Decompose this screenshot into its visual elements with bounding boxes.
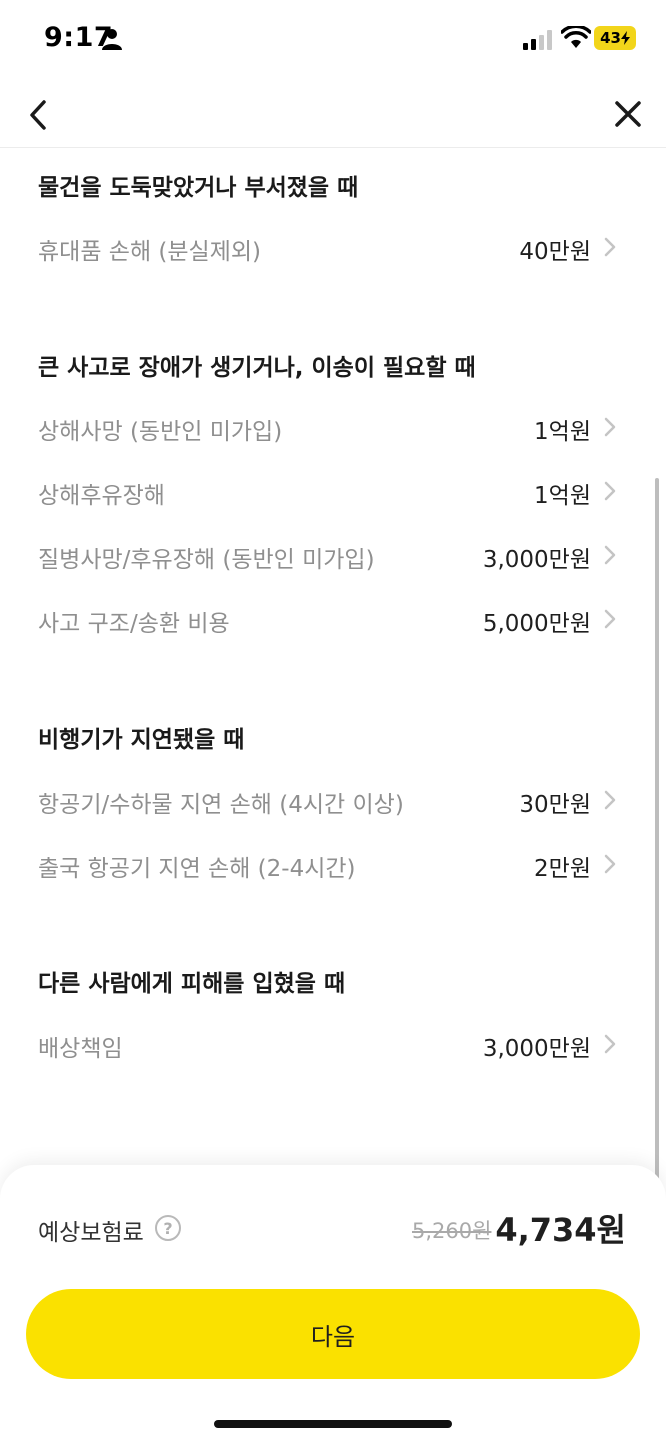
section-title-liability: 다른 사람에게 피해를 입혔을 때 (38, 971, 346, 997)
coverage-amount: 3,000만원 (482, 547, 591, 573)
coverage-row[interactable]: 휴대품 손해 (분실제외) 40만원 (0, 220, 666, 272)
coverage-label: 사고 구조/송환 비용 (38, 611, 230, 637)
charging-icon (620, 31, 630, 45)
coverage-label: 항공기/수하물 지연 손해 (4시간 이상) (38, 792, 404, 818)
coverage-label: 출국 항공기 지연 손해 (2-4시간) (38, 856, 356, 882)
coverage-amount: 40만원 (519, 239, 591, 265)
person-icon (102, 29, 122, 50)
battery-level: 43 (600, 29, 621, 47)
coverage-label: 배상책임 (38, 1036, 123, 1062)
chevron-right-icon (604, 790, 616, 810)
coverage-label: 상해후유장해 (38, 483, 165, 509)
chevron-right-icon (604, 854, 616, 874)
coverage-row[interactable]: 상해후유장해 1억원 (0, 464, 666, 516)
nav-bar (0, 80, 666, 148)
coverage-row[interactable]: 사고 구조/송환 비용 5,000만원 (0, 592, 666, 644)
coverage-amount: 1억원 (534, 419, 591, 445)
help-icon[interactable]: ? (155, 1215, 181, 1241)
wifi-icon (561, 26, 591, 48)
chevron-right-icon (604, 481, 616, 501)
discounted-price: 4,734원 (495, 1211, 626, 1249)
coverage-label: 질병사망/후유장해 (동반인 미가입) (38, 547, 375, 573)
coverage-row[interactable]: 배상책임 3,000만원 (0, 1017, 666, 1069)
coverage-amount: 1억원 (534, 483, 591, 509)
battery-indicator: 43 (594, 26, 636, 50)
close-icon[interactable] (612, 98, 644, 130)
chevron-right-icon (604, 609, 616, 629)
back-icon[interactable] (24, 98, 52, 132)
coverage-amount: 5,000만원 (482, 611, 591, 637)
section-title-disability: 큰 사고로 장애가 생기거나, 이송이 필요할 때 (38, 355, 476, 381)
home-indicator (214, 1420, 452, 1428)
chevron-right-icon (604, 237, 616, 257)
coverage-row[interactable]: 출국 항공기 지연 손해 (2-4시간) 2만원 (0, 837, 666, 889)
chevron-right-icon (604, 1034, 616, 1054)
coverage-list: 물건을 도둑맞았거나 부서졌을 때 휴대품 손해 (분실제외) 40만원 큰 사… (0, 150, 666, 1170)
price-sheet: 예상보험료 ? 5,260원 4,734원 다음 (0, 1165, 666, 1440)
section-title-theft: 물건을 도둑맞았거나 부서졌을 때 (38, 175, 359, 201)
coverage-row[interactable]: 질병사망/후유장해 (동반인 미가입) 3,000만원 (0, 528, 666, 580)
premium-label: 예상보험료 (38, 1220, 144, 1246)
coverage-row[interactable]: 상해사망 (동반인 미가입) 1억원 (0, 400, 666, 452)
chevron-right-icon (604, 417, 616, 437)
coverage-amount: 30만원 (519, 792, 591, 818)
coverage-label: 상해사망 (동반인 미가입) (38, 419, 283, 445)
coverage-row[interactable]: 항공기/수하물 지연 손해 (4시간 이상) 30만원 (0, 773, 666, 825)
section-title-flight-delay: 비행기가 지연됐을 때 (38, 727, 245, 753)
coverage-amount: 2만원 (534, 856, 591, 882)
status-bar: 9:17 43 (0, 0, 666, 80)
chevron-right-icon (604, 545, 616, 565)
coverage-amount: 3,000만원 (482, 1036, 591, 1062)
next-button[interactable]: 다음 (26, 1289, 640, 1379)
coverage-label: 휴대품 손해 (분실제외) (38, 239, 262, 265)
original-price: 5,260원 (412, 1219, 492, 1243)
signal-icon (523, 30, 552, 50)
